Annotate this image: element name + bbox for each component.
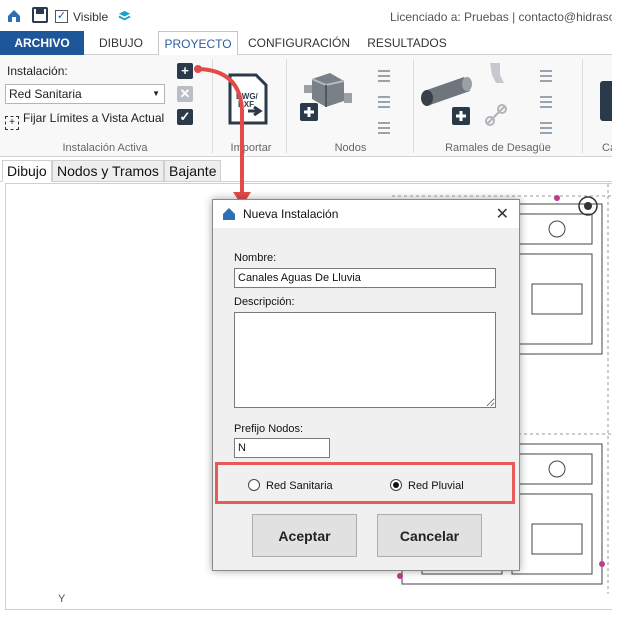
ribbon-tabs: ARCHIVO DIBUJO PROYECTO CONFIGURACIÓN RE… (0, 31, 616, 56)
dialog-titlebar: Nueva Instalación ✕ (213, 200, 519, 228)
prefijo-input[interactable] (234, 438, 330, 458)
layers-icon[interactable] (118, 10, 131, 23)
add-node-icon[interactable] (298, 71, 354, 123)
nueva-instalacion-dialog: Nueva Instalación ✕ Nombre: Descripción:… (212, 199, 520, 571)
group-label-importar: Importar (230, 142, 272, 154)
split-icon[interactable] (484, 103, 508, 127)
prefijo-label: Prefijo Nodos: (234, 423, 304, 435)
nombre-input[interactable] (234, 268, 496, 288)
tab-configuracion[interactable]: CONFIGURACIÓN (244, 31, 354, 55)
close-icon[interactable]: ✕ (496, 204, 509, 224)
ribbon-separator (286, 59, 287, 153)
elbow-icon[interactable] (488, 61, 506, 85)
add-instalacion-button[interactable]: + (177, 63, 193, 79)
ribbon-separator (212, 59, 213, 153)
save-icon[interactable] (32, 7, 48, 23)
chevron-down-icon: ▼ (152, 89, 160, 98)
app-logo-icon (223, 208, 235, 220)
radio-red-pluvial-label: Red Pluvial (408, 480, 464, 492)
fit-bounds-icon: + (5, 116, 19, 130)
descripcion-textarea[interactable] (234, 312, 496, 408)
ribbon-panel: Instalación: Red Sanitaria ▼ + Fijar Lími… (0, 55, 616, 157)
tab-bajante[interactable]: Bajante (164, 160, 222, 182)
dxf-label: DXF (238, 100, 254, 109)
view-tabs: Dibujo Nodos y Tramos Bajante (0, 158, 616, 182)
delete-instalacion-button[interactable]: ✕ (177, 86, 193, 102)
node-list-icon[interactable] (378, 119, 396, 137)
tab-dibujo-view[interactable]: Dibujo (2, 160, 52, 182)
instalacion-select-value: Red Sanitaria (9, 87, 82, 101)
group-label-ramales: Ramales de Desagüe (445, 142, 551, 154)
radio-dot-selected (390, 479, 402, 491)
dialog-title: Nueva Instalación (243, 207, 339, 221)
cancelar-button[interactable]: Cancelar (377, 514, 482, 557)
radio-red-sanitaria[interactable]: Red Sanitaria (248, 479, 333, 492)
y-axis-label: Y (58, 593, 66, 605)
torn-edge (0, 610, 636, 631)
app-logo-icon[interactable] (6, 8, 22, 24)
group-label-instalacion: Instalación Activa (62, 142, 148, 154)
torn-edge (612, 0, 636, 631)
branch-list-icon[interactable] (540, 67, 558, 85)
tab-nodos-tramos[interactable]: Nodos y Tramos (52, 160, 164, 182)
tab-dibujo[interactable]: DIBUJO (88, 31, 154, 55)
node-list-icon[interactable] (378, 93, 396, 111)
aceptar-button[interactable]: Aceptar (252, 514, 357, 557)
quick-access-toolbar: ✓ Visible Licenciado a: Pruebas | contac… (0, 0, 616, 30)
visible-label: Visible (73, 10, 109, 24)
radio-red-pluvial[interactable]: Red Pluvial (390, 479, 464, 492)
node-list-icon[interactable] (378, 67, 396, 85)
instalacion-label: Instalación: (7, 64, 68, 78)
tab-resultados[interactable]: RESULTADOS (362, 31, 452, 55)
branch-list-icon[interactable] (540, 93, 558, 111)
ribbon-separator (413, 59, 414, 153)
descripcion-label: Descripción: (234, 296, 295, 308)
fijar-limites-label: Fijar Límites a Vista Actual (23, 111, 165, 125)
branch-list-icon[interactable] (540, 119, 558, 137)
nombre-label: Nombre: (234, 252, 277, 264)
radio-red-sanitaria-label: Red Sanitaria (266, 480, 333, 492)
fijar-limites-button[interactable]: + Fijar Límites a Vista Actual (5, 111, 164, 130)
group-label-nodos: Nodos (334, 142, 367, 154)
tab-proyecto[interactable]: PROYECTO (158, 31, 238, 56)
ribbon-separator (582, 59, 583, 153)
visible-checkbox[interactable]: ✓ (55, 10, 68, 23)
tab-archivo[interactable]: ARCHIVO (0, 31, 84, 55)
red-type-highlight: Red Sanitaria Red Pluvial (215, 462, 515, 504)
confirm-instalacion-button[interactable]: ✓ (177, 109, 193, 125)
license-text: Licenciado a: Pruebas | contacto@hidraso… (390, 10, 616, 24)
radio-dot (248, 479, 260, 491)
import-dwg-icon[interactable]: DWG/ DXF (226, 73, 270, 125)
instalacion-select[interactable]: Red Sanitaria ▼ (5, 84, 165, 104)
add-pipe-icon[interactable] (418, 71, 476, 127)
